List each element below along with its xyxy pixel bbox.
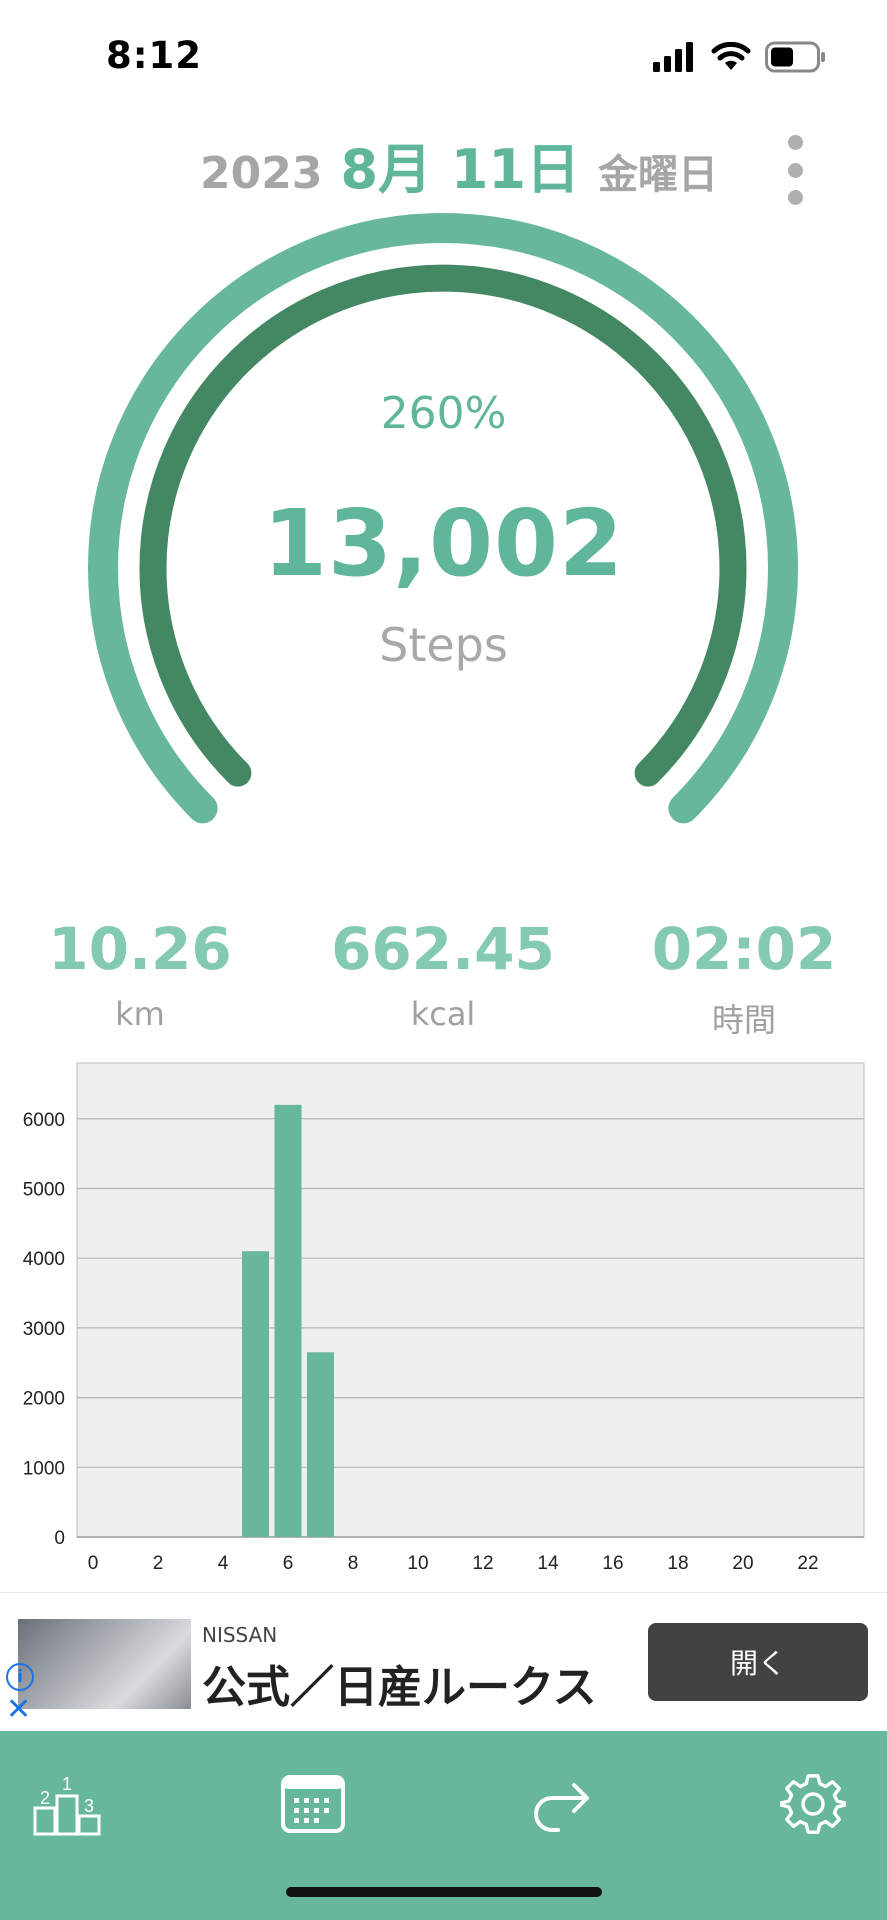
distance-stat: 10.26 km [0, 915, 290, 1033]
bar-hour-7 [307, 1352, 334, 1537]
y-tick-label: 4000 [23, 1249, 65, 1270]
step-gauge: 260% 13,002 Steps [0, 200, 887, 880]
svg-text:1: 1 [62, 1774, 72, 1794]
x-tick-label: 14 [537, 1553, 559, 1574]
svg-text:3: 3 [84, 1796, 94, 1816]
more-options-button[interactable] [778, 135, 812, 205]
ad-close-icon[interactable]: ✕ [6, 1695, 31, 1725]
ad-title[interactable]: 公式／日産ルークス [202, 1651, 597, 1715]
x-tick-label: 8 [348, 1553, 359, 1574]
goal-percent: 260% [380, 388, 507, 439]
duration-stat: 02:02 時間 [594, 915, 887, 1041]
hourly-steps-chart-svg: 0 1000 2000 3000 4000 5000 6000 0 2 4 6 8 10 12 14 16 18… [23, 1062, 865, 1574]
stats-row: 10.26 km 662.45 kcal 02:02 時間 [0, 915, 887, 1045]
status-icons [653, 40, 827, 74]
duration-unit: 時間 [711, 1001, 776, 1039]
cellular-signal-icon [653, 42, 693, 72]
distance-unit: km [115, 995, 165, 1033]
calories-unit: kcal [410, 995, 476, 1033]
x-tick-label: 6 [283, 1553, 294, 1574]
x-tick-label: 2 [153, 1553, 164, 1574]
x-tick-label: 4 [218, 1553, 229, 1574]
distance-value: 10.26 [48, 915, 232, 983]
more-dot-icon [787, 162, 803, 178]
settings-button[interactable] [768, 1759, 858, 1849]
x-tick-label: 10 [407, 1553, 428, 1574]
month-day-label: 8月 11日 [340, 138, 580, 201]
weekday-label: 金曜日 [598, 152, 718, 198]
y-tick-label: 6000 [23, 1110, 65, 1131]
y-tick-label: 5000 [23, 1179, 65, 1200]
year-label: 2023 [200, 148, 323, 199]
ad-open-button[interactable]: 開く [648, 1623, 868, 1701]
ranking-button[interactable]: 1 2 3 [22, 1759, 112, 1849]
home-indicator[interactable] [286, 1887, 602, 1897]
x-tick-label: 0 [88, 1553, 99, 1574]
ranking-podium-icon: 1 2 3 [33, 1774, 101, 1836]
y-tick-label: 3000 [23, 1319, 65, 1340]
x-tick-label: 16 [602, 1553, 623, 1574]
ad-banner[interactable]: i ✕ NISSAN 公式／日産ルークス 開く [0, 1592, 887, 1731]
calendar-button[interactable] [268, 1759, 358, 1849]
calories-value: 662.45 [331, 915, 555, 983]
svg-text:2: 2 [40, 1788, 50, 1808]
date-header: 2023 8月 11日 金曜日 [0, 125, 887, 205]
calendar-icon [281, 1775, 345, 1833]
ad-image[interactable] [18, 1619, 191, 1709]
ad-info-icon[interactable]: i [6, 1663, 34, 1691]
calories-stat: 662.45 kcal [293, 915, 593, 1033]
x-tick-label: 20 [732, 1553, 753, 1574]
status-bar: 8:12 [0, 0, 887, 110]
y-tick-label: 1000 [23, 1458, 65, 1479]
hourly-steps-chart: 0 1000 2000 3000 4000 5000 6000 0 2 4 6 8 10 12 14 16 18… [0, 1060, 887, 1580]
y-tick-label: 2000 [23, 1389, 65, 1410]
wifi-icon [711, 42, 751, 70]
share-button[interactable] [518, 1759, 608, 1849]
status-time: 8:12 [106, 34, 203, 77]
date-display[interactable]: 2023 8月 11日 金曜日 [200, 125, 718, 205]
gear-icon [780, 1774, 846, 1834]
more-dot-icon [787, 135, 803, 150]
x-tick-label: 18 [667, 1553, 688, 1574]
share-arrow-icon [534, 1783, 589, 1832]
bar-hour-5 [242, 1251, 269, 1537]
bar-hour-6 [274, 1104, 302, 1537]
bottom-nav: 1 2 3 [0, 1731, 887, 1920]
x-tick-label: 22 [797, 1553, 818, 1574]
step-count: 13,002 [262, 490, 625, 597]
battery-icon [765, 41, 825, 73]
x-tick-label: 12 [472, 1553, 493, 1574]
duration-value: 02:02 [651, 915, 837, 983]
y-tick-label: 0 [54, 1528, 65, 1549]
plot-area [76, 1062, 865, 1538]
ad-brand: NISSAN [202, 1623, 278, 1647]
steps-label: Steps [379, 618, 508, 672]
